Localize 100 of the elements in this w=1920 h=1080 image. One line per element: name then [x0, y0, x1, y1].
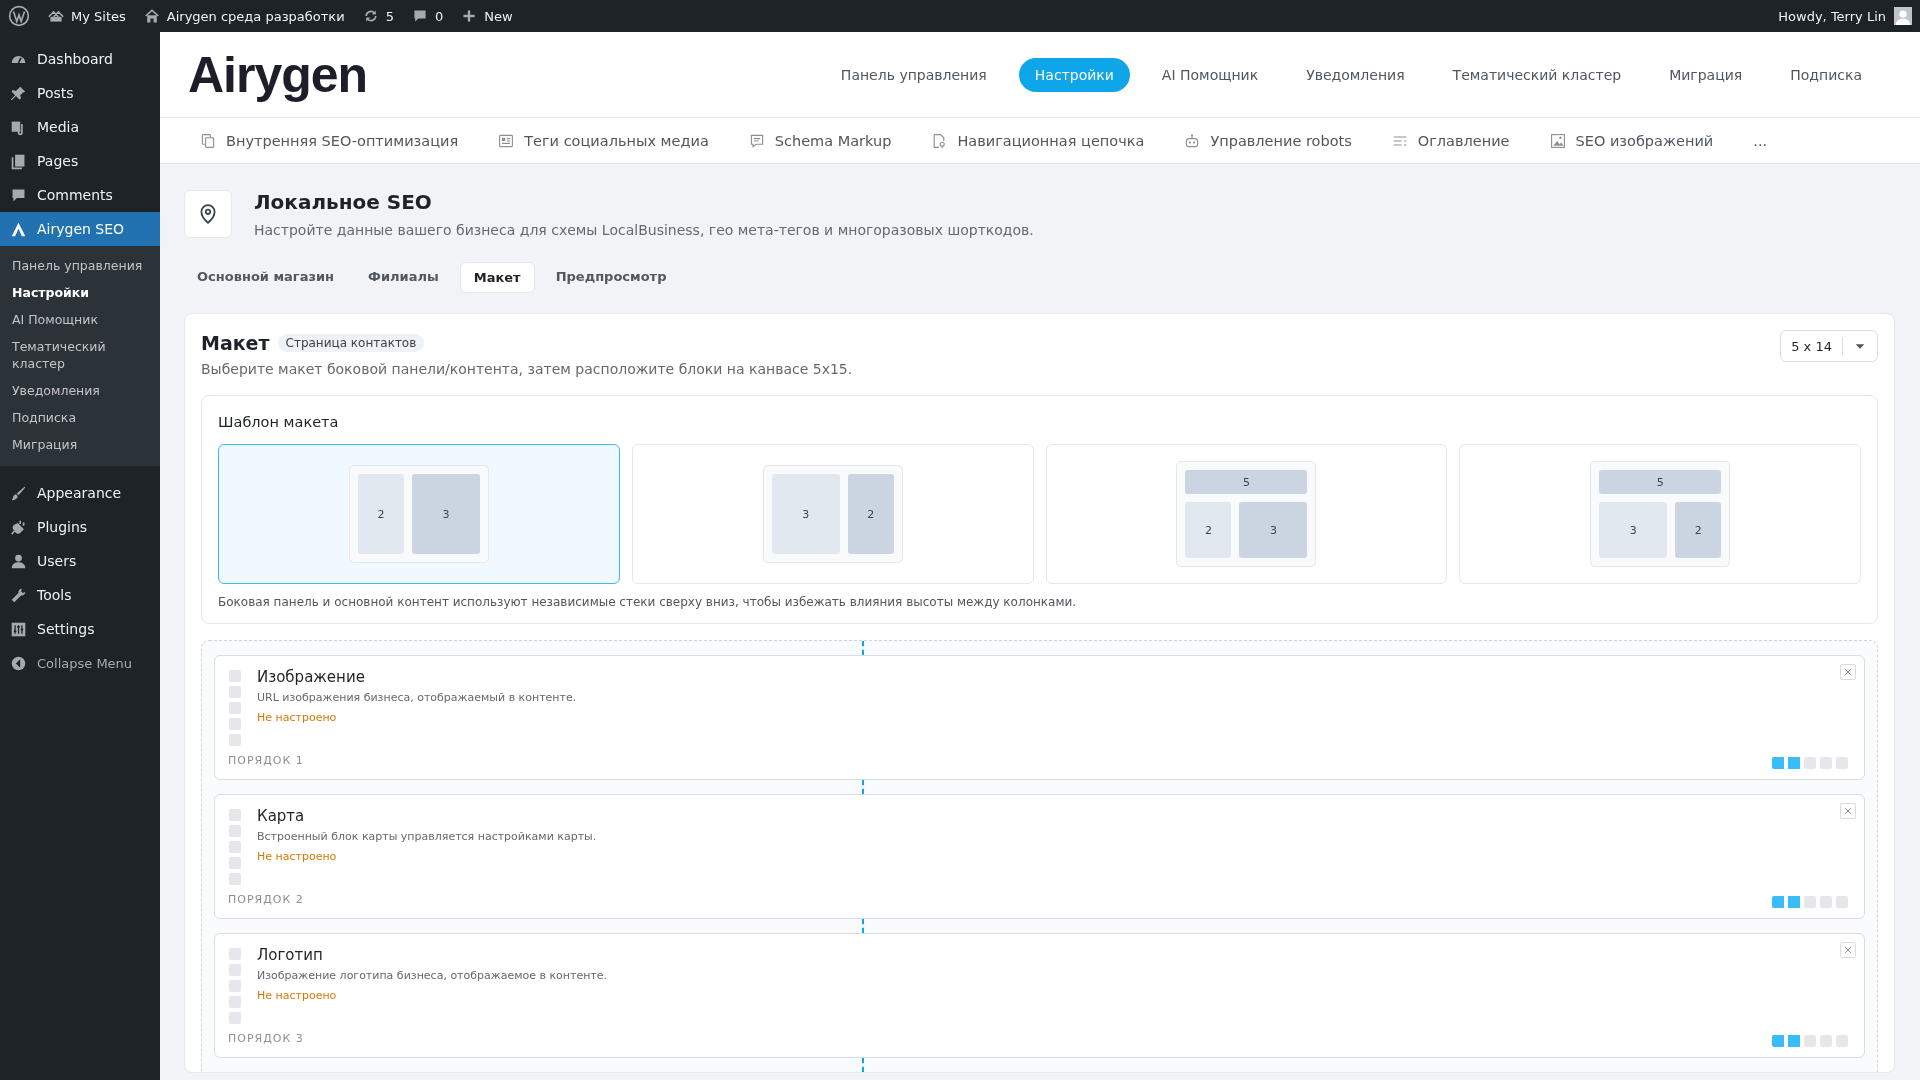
- subnav-link[interactable]: Управление robots: [1184, 132, 1352, 149]
- account-link[interactable]: Howdy, Terry Lin: [1778, 8, 1886, 24]
- order-label: ПОРЯДОК 2: [228, 893, 304, 906]
- count[interactable]: 0: [434, 8, 444, 24]
- subnav-link[interactable]: Внутренняя SEO-оптимизация: [200, 132, 459, 149]
- block-description: URL изображения бизнеса, отображаемый в контенте.: [257, 691, 577, 704]
- preview-cell: 2: [1185, 502, 1232, 558]
- home-icon: [143, 8, 160, 24]
- template-option[interactable]: 5 3 2: [1459, 444, 1861, 584]
- subnav-link[interactable]: Теги социальных медиа: [498, 132, 709, 149]
- submenu-item[interactable]: Подписка: [0, 404, 160, 431]
- page-badge: Страница контактов: [277, 334, 425, 352]
- menu-link[interactable]: My Sites: [71, 8, 126, 24]
- subnav-link[interactable]: ...: [1753, 132, 1768, 149]
- subnav-link[interactable]: Навигационная цепочка: [931, 132, 1145, 149]
- order-label: ПОРЯДОК 3: [228, 1032, 304, 1045]
- status-text: Не настроено: [257, 711, 338, 724]
- submenu-item[interactable]: Миграция: [0, 431, 160, 458]
- menu-link[interactable]: Airygen среда разработки: [166, 8, 345, 24]
- tab[interactable]: Филиалы: [355, 262, 452, 293]
- menu-item[interactable]: Collapse Menu: [0, 646, 160, 680]
- wordpress-logo-icon: [8, 5, 30, 27]
- user-icon: [10, 552, 27, 570]
- file-pin-icon: [931, 132, 948, 149]
- close-icon: [1843, 806, 1853, 816]
- menu-item[interactable]: Pages: [0, 144, 160, 178]
- menu-item[interactable]: Dashboard: [0, 42, 160, 76]
- cell-column-icon: [229, 948, 241, 1024]
- preview-cell: 3: [1599, 502, 1668, 558]
- plus-icon: [461, 8, 478, 24]
- template-option[interactable]: 5 2 3: [1045, 444, 1448, 584]
- houses-icon: [48, 8, 64, 24]
- copy-icon: [200, 132, 216, 149]
- template-option[interactable]: 3 2: [631, 444, 1034, 584]
- logo: Airygen: [188, 46, 368, 103]
- subnav-link[interactable]: Оглавление: [1391, 132, 1510, 149]
- submenu-item[interactable]: Настройки: [0, 279, 160, 306]
- subnav-link[interactable]: SEO изображений: [1549, 132, 1714, 149]
- menu-item[interactable]: Users: [0, 544, 160, 578]
- nav-tab[interactable]: Миграция: [1653, 57, 1759, 92]
- cell-column-icon: [229, 809, 241, 885]
- block-title: Логотип: [257, 946, 324, 964]
- chat-icon: [748, 132, 765, 149]
- avatar-icon: [1894, 7, 1912, 25]
- close-icon: [1843, 945, 1853, 955]
- submenu-item[interactable]: Панель управления: [0, 252, 160, 279]
- preview-cell: 5: [1599, 470, 1722, 494]
- nav-tab[interactable]: Панель управления: [824, 57, 1003, 92]
- tab[interactable]: Макет: [459, 262, 535, 293]
- image-icon: [1549, 132, 1566, 149]
- menu-item[interactable]: Airygen SEO: [0, 212, 160, 246]
- tab[interactable]: Предпросмотр: [542, 262, 680, 293]
- template-option[interactable]: 2 3: [218, 444, 620, 584]
- tab[interactable]: Основной магазин: [184, 262, 348, 293]
- preview-cell: 2: [847, 474, 894, 554]
- menu-item[interactable]: Tools: [0, 578, 160, 612]
- submenu-item[interactable]: AI Помощник: [0, 306, 160, 333]
- menu-item[interactable]: Comments: [0, 178, 160, 212]
- block-title: Изображение: [257, 668, 366, 686]
- block-description: Изображение логотипа бизнеса, отображаемое в контенте.: [257, 969, 608, 982]
- menu-item[interactable]: Media: [0, 110, 160, 144]
- menu-item[interactable]: Posts: [0, 76, 160, 110]
- nav-tab[interactable]: Тематический кластер: [1436, 57, 1638, 92]
- panel-title: Шаблон макета: [218, 414, 340, 430]
- remove-button[interactable]: [1840, 942, 1856, 958]
- settings-icon: [10, 620, 27, 638]
- page-description: Настройте данные вашего бизнеса для схемы LocalBusiness, гео мета-тегов и многоразовых шорткодов.: [254, 222, 1034, 238]
- comment-icon: [411, 8, 428, 24]
- preview-cell: 3: [1239, 502, 1308, 558]
- page-title: Локальное SEO: [254, 190, 433, 214]
- menu-item[interactable]: Settings: [0, 612, 160, 646]
- refresh-icon: [362, 8, 379, 24]
- preview-cell: 3: [771, 474, 840, 554]
- subnav-link[interactable]: Schema Markup: [748, 132, 892, 149]
- menu-link[interactable]: New: [484, 8, 513, 24]
- menu-item[interactable]: Plugins: [0, 510, 160, 544]
- submenu-item[interactable]: Уведомления: [0, 377, 160, 404]
- nav-tab[interactable]: AI Помощник: [1145, 57, 1275, 92]
- order-label: ПОРЯДОК 1: [228, 754, 304, 767]
- section-description: Выберите макет боковой панели/контента, затем расположите блоки на канвасе 5x15.: [201, 361, 853, 377]
- paintbrush-icon: [10, 484, 27, 502]
- pushpin-icon: [10, 84, 27, 102]
- id-card-icon: [498, 132, 515, 149]
- remove-button[interactable]: [1840, 803, 1856, 819]
- submenu-item[interactable]: Тематический кластер: [0, 333, 160, 377]
- block-title: Карта: [257, 807, 306, 825]
- size-dropdown[interactable]: 5 x 14: [1780, 330, 1878, 362]
- plug-icon: [10, 518, 27, 536]
- remove-button[interactable]: [1840, 664, 1856, 680]
- menu-item[interactable]: Appearance: [0, 476, 160, 510]
- collapse-icon: [10, 654, 27, 672]
- block-description: Встроенный блок карты управляется настройками карты.: [257, 830, 597, 843]
- triangle-logo-icon: [10, 220, 27, 238]
- section-title: Макет: [201, 332, 270, 354]
- count[interactable]: 5: [385, 8, 394, 24]
- preview-cell: 2: [1675, 502, 1722, 558]
- preview-cell: 5: [1185, 470, 1308, 494]
- nav-tab[interactable]: Уведомления: [1290, 57, 1421, 92]
- cell-column-icon: [229, 670, 241, 746]
- nav-tab[interactable]: Подписка: [1774, 57, 1878, 92]
